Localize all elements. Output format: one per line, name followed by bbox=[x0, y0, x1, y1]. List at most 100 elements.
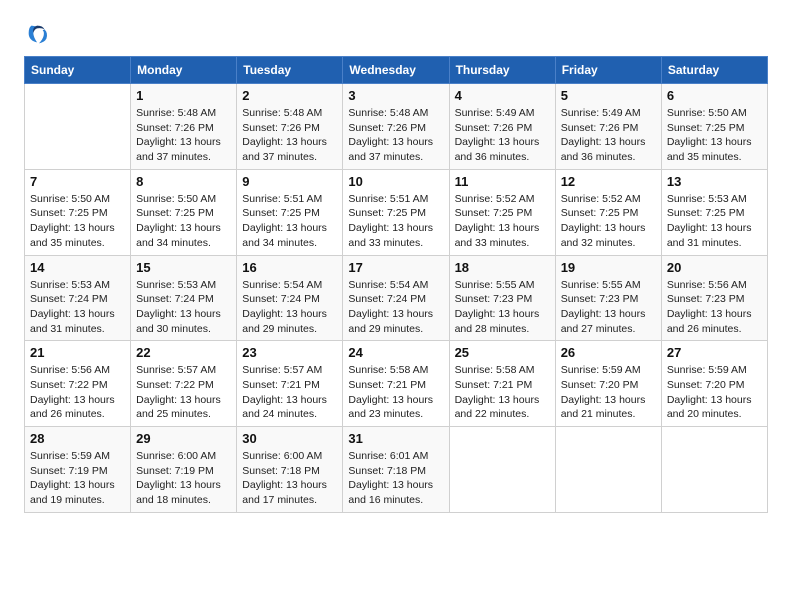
calendar-week-row: 14Sunrise: 5:53 AM Sunset: 7:24 PM Dayli… bbox=[25, 255, 768, 341]
day-info: Sunrise: 5:58 AM Sunset: 7:21 PM Dayligh… bbox=[348, 363, 443, 422]
day-info: Sunrise: 5:57 AM Sunset: 7:22 PM Dayligh… bbox=[136, 363, 231, 422]
day-number: 11 bbox=[455, 174, 550, 189]
day-info: Sunrise: 5:49 AM Sunset: 7:26 PM Dayligh… bbox=[455, 106, 550, 165]
weekday-header: Wednesday bbox=[343, 57, 449, 84]
calendar-cell: 29 Sunrise: 6:00 AM Sunset: 7:19 PM Dayli… bbox=[131, 427, 237, 513]
day-number: 5 bbox=[561, 88, 656, 103]
calendar-cell: 22 Sunrise: 5:57 AM Sunset: 7:22 PM Dayli… bbox=[131, 341, 237, 427]
calendar-week-row: 1 Sunrise: 5:48 AM Sunset: 7:26 PM Daylig… bbox=[25, 84, 768, 170]
calendar-cell: 18 Sunrise: 5:55 AM Sunset: 7:23 PM Dayli… bbox=[449, 255, 555, 341]
calendar-cell: 14Sunrise: 5:53 AM Sunset: 7:24 PM Dayli… bbox=[25, 255, 131, 341]
day-info: Sunrise: 5:59 AM Sunset: 7:20 PM Dayligh… bbox=[667, 363, 762, 422]
calendar-cell: 26 Sunrise: 5:59 AM Sunset: 7:20 PM Dayli… bbox=[555, 341, 661, 427]
calendar-cell: 23 Sunrise: 5:57 AM Sunset: 7:21 PM Dayli… bbox=[237, 341, 343, 427]
day-number: 25 bbox=[455, 345, 550, 360]
day-number: 22 bbox=[136, 345, 231, 360]
day-info: Sunrise: 5:56 AM Sunset: 7:22 PM Dayligh… bbox=[30, 363, 125, 422]
calendar-week-row: 28 Sunrise: 5:59 AM Sunset: 7:19 PM Dayli… bbox=[25, 427, 768, 513]
calendar-cell bbox=[449, 427, 555, 513]
day-number: 29 bbox=[136, 431, 231, 446]
calendar-cell: 27 Sunrise: 5:59 AM Sunset: 7:20 PM Dayli… bbox=[661, 341, 767, 427]
calendar-cell: 9 Sunrise: 5:51 AM Sunset: 7:25 PM Daylig… bbox=[237, 169, 343, 255]
calendar-cell: 6Sunrise: 5:50 AM Sunset: 7:25 PM Daylig… bbox=[661, 84, 767, 170]
day-info: Sunrise: 5:48 AM Sunset: 7:26 PM Dayligh… bbox=[136, 106, 231, 165]
weekday-header: Saturday bbox=[661, 57, 767, 84]
day-number: 15 bbox=[136, 260, 231, 275]
day-number: 31 bbox=[348, 431, 443, 446]
calendar-header: SundayMondayTuesdayWednesdayThursdayFrid… bbox=[25, 57, 768, 84]
calendar-cell: 4Sunrise: 5:49 AM Sunset: 7:26 PM Daylig… bbox=[449, 84, 555, 170]
day-number: 16 bbox=[242, 260, 337, 275]
day-info: Sunrise: 5:49 AM Sunset: 7:26 PM Dayligh… bbox=[561, 106, 656, 165]
day-number: 19 bbox=[561, 260, 656, 275]
calendar-cell: 7 Sunrise: 5:50 AM Sunset: 7:25 PM Daylig… bbox=[25, 169, 131, 255]
day-number: 27 bbox=[667, 345, 762, 360]
calendar-cell: 11 Sunrise: 5:52 AM Sunset: 7:25 PM Dayli… bbox=[449, 169, 555, 255]
calendar-cell: 12Sunrise: 5:52 AM Sunset: 7:25 PM Dayli… bbox=[555, 169, 661, 255]
day-number: 14 bbox=[30, 260, 125, 275]
day-info: Sunrise: 5:55 AM Sunset: 7:23 PM Dayligh… bbox=[455, 278, 550, 337]
weekday-header: Tuesday bbox=[237, 57, 343, 84]
calendar-cell: 13Sunrise: 5:53 AM Sunset: 7:25 PM Dayli… bbox=[661, 169, 767, 255]
day-number: 20 bbox=[667, 260, 762, 275]
day-info: Sunrise: 5:55 AM Sunset: 7:23 PM Dayligh… bbox=[561, 278, 656, 337]
day-number: 13 bbox=[667, 174, 762, 189]
day-info: Sunrise: 5:59 AM Sunset: 7:19 PM Dayligh… bbox=[30, 449, 125, 508]
day-number: 17 bbox=[348, 260, 443, 275]
calendar-cell bbox=[661, 427, 767, 513]
day-number: 7 bbox=[30, 174, 125, 189]
calendar-table: SundayMondayTuesdayWednesdayThursdayFrid… bbox=[24, 56, 768, 513]
calendar-cell bbox=[555, 427, 661, 513]
calendar-cell bbox=[25, 84, 131, 170]
day-info: Sunrise: 5:51 AM Sunset: 7:25 PM Dayligh… bbox=[348, 192, 443, 251]
calendar-cell: 19 Sunrise: 5:55 AM Sunset: 7:23 PM Dayli… bbox=[555, 255, 661, 341]
logo-icon bbox=[24, 20, 52, 48]
weekday-header: Thursday bbox=[449, 57, 555, 84]
day-number: 26 bbox=[561, 345, 656, 360]
day-number: 10 bbox=[348, 174, 443, 189]
day-number: 8 bbox=[136, 174, 231, 189]
day-info: Sunrise: 5:48 AM Sunset: 7:26 PM Dayligh… bbox=[242, 106, 337, 165]
weekday-header: Monday bbox=[131, 57, 237, 84]
day-info: Sunrise: 5:52 AM Sunset: 7:25 PM Dayligh… bbox=[561, 192, 656, 251]
day-info: Sunrise: 6:01 AM Sunset: 7:18 PM Dayligh… bbox=[348, 449, 443, 508]
calendar-cell: 3 Sunrise: 5:48 AM Sunset: 7:26 PM Daylig… bbox=[343, 84, 449, 170]
day-info: Sunrise: 5:56 AM Sunset: 7:23 PM Dayligh… bbox=[667, 278, 762, 337]
calendar-cell: 1 Sunrise: 5:48 AM Sunset: 7:26 PM Daylig… bbox=[131, 84, 237, 170]
calendar-cell: 8 Sunrise: 5:50 AM Sunset: 7:25 PM Daylig… bbox=[131, 169, 237, 255]
calendar-week-row: 21 Sunrise: 5:56 AM Sunset: 7:22 PM Dayli… bbox=[25, 341, 768, 427]
day-info: Sunrise: 5:48 AM Sunset: 7:26 PM Dayligh… bbox=[348, 106, 443, 165]
calendar-cell: 24Sunrise: 5:58 AM Sunset: 7:21 PM Dayli… bbox=[343, 341, 449, 427]
calendar-cell: 17 Sunrise: 5:54 AM Sunset: 7:24 PM Dayli… bbox=[343, 255, 449, 341]
day-info: Sunrise: 5:58 AM Sunset: 7:21 PM Dayligh… bbox=[455, 363, 550, 422]
day-info: Sunrise: 5:52 AM Sunset: 7:25 PM Dayligh… bbox=[455, 192, 550, 251]
day-info: Sunrise: 5:54 AM Sunset: 7:24 PM Dayligh… bbox=[348, 278, 443, 337]
day-info: Sunrise: 5:50 AM Sunset: 7:25 PM Dayligh… bbox=[30, 192, 125, 251]
day-number: 21 bbox=[30, 345, 125, 360]
day-number: 23 bbox=[242, 345, 337, 360]
day-info: Sunrise: 5:51 AM Sunset: 7:25 PM Dayligh… bbox=[242, 192, 337, 251]
day-number: 2 bbox=[242, 88, 337, 103]
day-number: 30 bbox=[242, 431, 337, 446]
weekday-header: Friday bbox=[555, 57, 661, 84]
day-number: 3 bbox=[348, 88, 443, 103]
day-number: 1 bbox=[136, 88, 231, 103]
day-number: 18 bbox=[455, 260, 550, 275]
day-number: 28 bbox=[30, 431, 125, 446]
day-info: Sunrise: 5:50 AM Sunset: 7:25 PM Dayligh… bbox=[136, 192, 231, 251]
calendar-cell: 10 Sunrise: 5:51 AM Sunset: 7:25 PM Dayli… bbox=[343, 169, 449, 255]
calendar-cell: 25 Sunrise: 5:58 AM Sunset: 7:21 PM Dayli… bbox=[449, 341, 555, 427]
calendar-cell: 2 Sunrise: 5:48 AM Sunset: 7:26 PM Daylig… bbox=[237, 84, 343, 170]
day-info: Sunrise: 5:59 AM Sunset: 7:20 PM Dayligh… bbox=[561, 363, 656, 422]
calendar-cell: 28 Sunrise: 5:59 AM Sunset: 7:19 PM Dayli… bbox=[25, 427, 131, 513]
day-info: Sunrise: 6:00 AM Sunset: 7:18 PM Dayligh… bbox=[242, 449, 337, 508]
day-number: 9 bbox=[242, 174, 337, 189]
calendar-cell: 31 Sunrise: 6:01 AM Sunset: 7:18 PM Dayli… bbox=[343, 427, 449, 513]
day-info: Sunrise: 6:00 AM Sunset: 7:19 PM Dayligh… bbox=[136, 449, 231, 508]
calendar-cell: 30 Sunrise: 6:00 AM Sunset: 7:18 PM Dayli… bbox=[237, 427, 343, 513]
calendar-week-row: 7 Sunrise: 5:50 AM Sunset: 7:25 PM Daylig… bbox=[25, 169, 768, 255]
day-info: Sunrise: 5:54 AM Sunset: 7:24 PM Dayligh… bbox=[242, 278, 337, 337]
day-info: Sunrise: 5:57 AM Sunset: 7:21 PM Dayligh… bbox=[242, 363, 337, 422]
logo bbox=[24, 20, 56, 48]
day-info: Sunrise: 5:50 AM Sunset: 7:25 PM Dayligh… bbox=[667, 106, 762, 165]
